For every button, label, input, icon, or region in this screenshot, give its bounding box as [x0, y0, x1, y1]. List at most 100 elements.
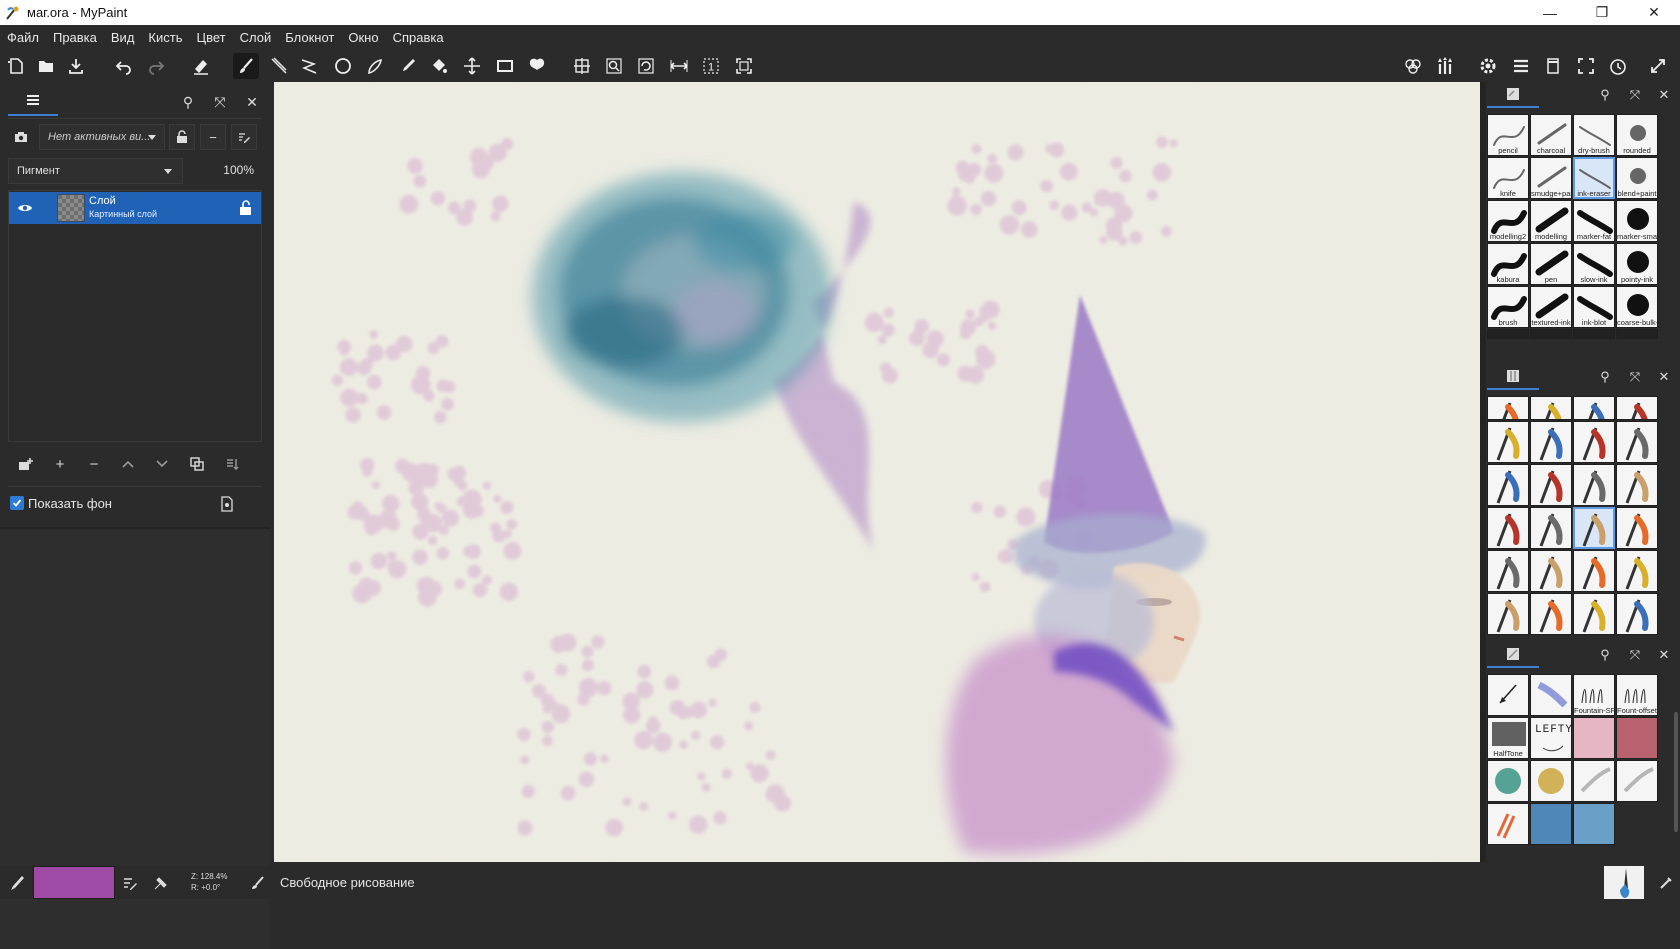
brush-thumbnail[interactable]: [1573, 593, 1615, 635]
move-layer-up-icon[interactable]: [114, 450, 142, 478]
fit-icon[interactable]: [731, 53, 757, 79]
tab-layers[interactable]: [8, 86, 58, 116]
brush-thumbnail[interactable]: [1487, 396, 1529, 420]
brush-thumbnail[interactable]: [1487, 550, 1529, 592]
add-layer-group-icon[interactable]: [12, 450, 40, 478]
brush-thumbnail[interactable]: [1573, 396, 1615, 420]
mirror-icon[interactable]: [666, 53, 692, 79]
eye-icon[interactable]: [17, 200, 33, 216]
menu-file[interactable]: Файл: [6, 28, 40, 47]
brush-smudge+paint[interactable]: smudge+paint: [1530, 157, 1572, 199]
brush-thumbnail[interactable]: [1487, 329, 1529, 339]
brush-icon[interactable]: [233, 53, 259, 79]
pick-context-icon[interactable]: [152, 874, 170, 892]
brush-thumbnail[interactable]: [1616, 396, 1658, 420]
brush-thumbnail[interactable]: [1616, 329, 1658, 339]
brush-thumbnail[interactable]: [1487, 674, 1529, 716]
brush-thumbnail[interactable]: [1487, 593, 1529, 635]
brush-knife[interactable]: knife: [1487, 157, 1529, 199]
brush-thumbnail[interactable]: [1573, 803, 1615, 845]
brush-thumbnail[interactable]: [1573, 760, 1615, 802]
brush-slow-ink[interactable]: slow-ink: [1573, 243, 1615, 285]
move-layer-icon[interactable]: [459, 53, 485, 79]
redo-icon[interactable]: [143, 53, 169, 79]
lock-view-icon[interactable]: [169, 124, 195, 150]
edit-view-icon[interactable]: [231, 124, 257, 150]
menu-window[interactable]: Окно: [347, 28, 379, 47]
tab-brush-group-3[interactable]: [1487, 642, 1539, 668]
brush-thumbnail[interactable]: [1616, 550, 1658, 592]
brush-thumbnail[interactable]: Fount-offset: [1616, 674, 1658, 716]
brush-charcoal[interactable]: charcoal: [1530, 114, 1572, 156]
settings-icon[interactable]: [1475, 53, 1501, 79]
detach-icon[interactable]: ⤧: [1628, 87, 1642, 102]
brush-thumbnail[interactable]: [1616, 717, 1658, 759]
fill-icon[interactable]: [426, 53, 452, 79]
current-color-swatch[interactable]: [33, 866, 115, 899]
brush-thumbnail[interactable]: [1616, 507, 1658, 549]
merge-layer-icon[interactable]: [218, 450, 246, 478]
brush-thumbnail[interactable]: [1573, 507, 1615, 549]
layer-row[interactable]: Слой Картинный слой: [9, 192, 261, 224]
menu-help[interactable]: Справка: [392, 28, 445, 47]
remove-layer-icon[interactable]: −: [80, 450, 108, 478]
menu-view[interactable]: Вид: [110, 28, 136, 47]
brush-thumbnail[interactable]: [1530, 329, 1572, 339]
brush-marker-fat[interactable]: marker-fat: [1573, 200, 1615, 242]
layer-view-combo[interactable]: Нет активных ви...: [39, 124, 165, 150]
background-chooser-icon[interactable]: [220, 496, 234, 512]
duplicate-layer-icon[interactable]: [183, 450, 211, 478]
brush-thumbnail[interactable]: LEFTY: [1530, 717, 1572, 759]
scrollbar[interactable]: [1674, 712, 1678, 832]
new-icon[interactable]: [3, 53, 29, 79]
brushes-icon[interactable]: [1432, 53, 1458, 79]
brush-thumbnail[interactable]: [1530, 396, 1572, 420]
brush-dry-brush[interactable]: dry-brush: [1573, 114, 1615, 156]
ellipse-icon[interactable]: [330, 53, 356, 79]
layer-mode-combo[interactable]: Пигмент: [8, 158, 183, 184]
brush-thumbnail[interactable]: [1573, 550, 1615, 592]
pin-icon[interactable]: ⚲: [1598, 87, 1612, 102]
eraser-icon[interactable]: [188, 53, 214, 79]
drawing-canvas[interactable]: [274, 82, 1480, 862]
brush-thumbnail[interactable]: [1616, 760, 1658, 802]
close-panel-icon[interactable]: ✕: [244, 94, 260, 110]
detach-icon[interactable]: ⤧: [1628, 369, 1642, 384]
menu-brush[interactable]: Кисть: [147, 28, 183, 47]
remove-view-icon[interactable]: −: [200, 124, 226, 150]
close-window-button[interactable]: ✕: [1628, 0, 1680, 25]
brush-thumbnail[interactable]: [1573, 421, 1615, 463]
current-brush-thumbnail[interactable]: [1604, 866, 1644, 899]
brush-thumbnail[interactable]: [1487, 803, 1529, 845]
menu-layer[interactable]: Слой: [239, 28, 273, 47]
checkbox-checked-icon[interactable]: [10, 496, 24, 510]
color-wheel-icon[interactable]: [1400, 53, 1426, 79]
pin-icon[interactable]: ⚲: [1598, 647, 1612, 662]
brush-settings-icon[interactable]: [121, 874, 139, 892]
lines-icon[interactable]: [266, 53, 292, 79]
pan-icon[interactable]: [569, 53, 595, 79]
save-icon[interactable]: [63, 53, 89, 79]
menu-color[interactable]: Цвет: [195, 28, 226, 47]
pin-icon[interactable]: ⚲: [1598, 369, 1612, 384]
undo-icon[interactable]: [111, 53, 137, 79]
detach-icon[interactable]: ⤧: [212, 94, 228, 110]
close-panel-icon[interactable]: ✕: [1657, 87, 1671, 102]
brush-icon[interactable]: [1657, 874, 1675, 892]
brush-thumbnail[interactable]: [1573, 464, 1615, 506]
brush-thumbnail[interactable]: [1487, 421, 1529, 463]
brush-thumbnail[interactable]: [1573, 717, 1615, 759]
brush-pencil[interactable]: pencil: [1487, 114, 1529, 156]
brush-thumbnail[interactable]: [1530, 803, 1572, 845]
brush-coarse-bulk-3[interactable]: coarse-bulk-3: [1616, 286, 1658, 328]
zoom-icon[interactable]: [601, 53, 627, 79]
open-icon[interactable]: [33, 53, 59, 79]
show-background-toggle[interactable]: Показать фон: [10, 494, 112, 512]
brush-rounded[interactable]: rounded: [1616, 114, 1658, 156]
rotate-icon[interactable]: [633, 53, 659, 79]
brush-thumbnail[interactable]: [1530, 421, 1572, 463]
layer-opacity[interactable]: 100%: [223, 163, 254, 177]
brush-textured-ink[interactable]: textured-ink: [1530, 286, 1572, 328]
brush-thumbnail[interactable]: [1573, 329, 1615, 339]
brush-blend+paint[interactable]: blend+paint: [1616, 157, 1658, 199]
